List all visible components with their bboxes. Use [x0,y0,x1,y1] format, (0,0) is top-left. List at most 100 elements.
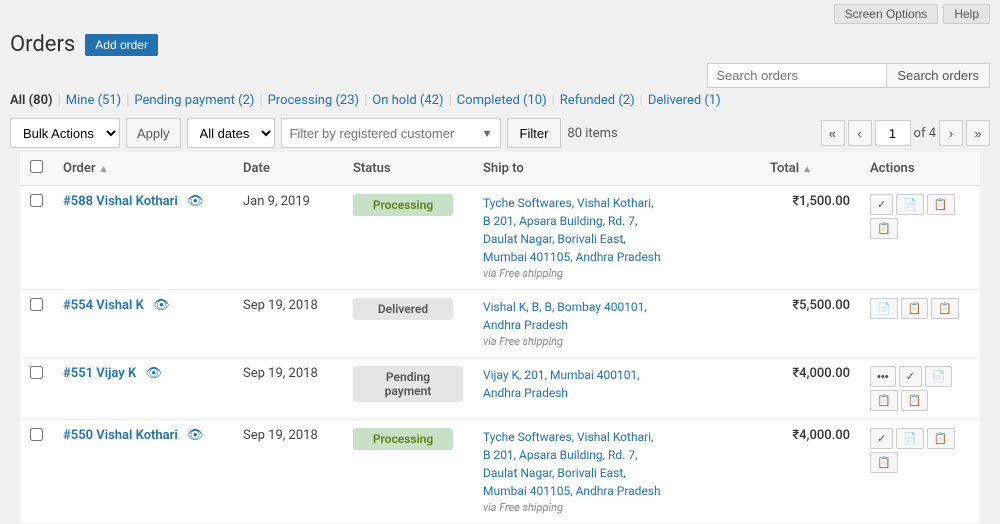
dates-select[interactable]: All dates [187,118,275,148]
view-button[interactable]: 📄 [870,298,898,319]
row-checkbox[interactable] [30,428,43,441]
eye-icon[interactable]: 👁 [187,428,204,443]
action-buttons: 📄 📋 📋 [870,298,970,319]
complete-button[interactable]: ✓ [870,428,893,449]
tab-refunded[interactable]: Refunded (2) [560,93,635,108]
tab-delivered[interactable]: Delivered (1) [648,93,721,108]
ship-cell: Vijay K, 201, Mumbai 400101, Andhra Prad… [473,358,760,420]
tab-on-hold[interactable]: On hold (42) [372,93,443,108]
prev-page-button[interactable]: ‹ [848,120,872,146]
status-cell: Processing [343,186,473,290]
invoice-button[interactable]: 📋 [870,390,898,411]
tab-pending-payment[interactable]: Pending payment (2) [134,93,254,108]
add-order-button[interactable]: Add order [85,34,158,56]
first-page-button[interactable]: « [821,120,845,146]
bulk-actions-select[interactable]: Bulk Actions [10,118,120,148]
tab-completed[interactable]: Completed (10) [457,93,547,108]
table-row: #551 Vijay K 👁 Sep 19, 2018 Pending paym… [20,358,980,420]
order-cell: #551 Vijay K 👁 [53,358,233,420]
pagination: « ‹ of 4 › » [821,120,990,146]
shipping-method: via Free shipping [483,501,563,514]
date-cell: Sep 19, 2018 [233,420,343,524]
total-sort-icon: ▲ [802,164,812,175]
table-row: #554 Vishal K 👁 Sep 19, 2018 Delivered V… [20,290,980,358]
order-link[interactable]: #588 Vishal Kothari [63,194,178,209]
next-page-button[interactable]: › [939,120,963,146]
status-badge: Delivered [353,298,453,320]
filter-customer-wrap: ▼ [281,118,501,148]
date-cell: Sep 19, 2018 [233,358,343,420]
actions-cell: ••• ✓ 📄 📋 📋 [860,358,980,420]
total-cell: ₹4,000.00 [760,358,860,420]
order-cell: #554 Vishal K 👁 [53,290,233,358]
complete-button[interactable]: ✓ [899,366,922,387]
select-all-checkbox[interactable] [30,160,43,173]
total-cell: ₹1,500.00 [760,186,860,290]
table-row: #550 Vishal Kothari 👁 Sep 19, 2018 Proce… [20,420,980,524]
order-sort-icon: ▲ [99,164,109,175]
date-cell: Jan 9, 2019 [233,186,343,290]
packing-button[interactable]: 📋 [870,452,898,473]
table-header-row: Order▲ Date Status Ship to Total▲ Action… [20,152,980,186]
order-link[interactable]: #550 Vishal Kothari [63,428,178,443]
col-total[interactable]: Total▲ [760,152,860,186]
status-cell: Pending payment [343,358,473,420]
invoice-button[interactable]: 📋 [927,428,955,449]
search-input[interactable] [707,63,887,88]
col-actions: Actions [860,152,980,186]
tab-processing[interactable]: Processing (23) [268,93,359,108]
toolbar: Bulk Actions Apply All dates ▼ Filter 80… [0,114,1000,152]
view-button[interactable]: 📄 [925,366,953,387]
order-link[interactable]: #554 Vishal K [63,298,144,313]
search-row: Search orders [0,63,1000,93]
nav-tabs: All (80) | Mine (51) | Pending payment (… [0,93,1000,108]
status-badge: Pending payment [353,366,463,402]
order-cell: #550 Vishal Kothari 👁 [53,420,233,524]
packing-button[interactable]: 📋 [870,218,898,239]
total-cell: ₹5,500.00 [760,290,860,358]
row-checkbox[interactable] [30,298,43,311]
invoice-button[interactable]: 📋 [927,194,955,215]
filter-button[interactable]: Filter [507,118,562,148]
col-ship: Ship to [473,152,760,186]
help-button[interactable]: Help [943,4,990,24]
action-buttons: ✓ 📄 📋 📋 [870,194,970,239]
tab-mine[interactable]: Mine (51) [66,93,121,108]
view-button[interactable]: 📄 [896,194,924,215]
screen-options-button[interactable]: Screen Options [834,4,939,24]
eye-icon[interactable]: 👁 [187,194,204,209]
table-wrap: Order▲ Date Status Ship to Total▲ Action… [0,152,1000,524]
total-cell: ₹4,000.00 [760,420,860,524]
packing-button[interactable]: 📋 [901,390,929,411]
page-number-input[interactable] [875,120,911,146]
last-page-button[interactable]: » [966,120,990,146]
packing-button[interactable]: 📋 [931,298,959,319]
more-button[interactable]: ••• [870,366,896,387]
col-status: Status [343,152,473,186]
ship-cell: Tyche Softwares, Vishal Kothari, B 201, … [473,186,760,290]
order-cell: #588 Vishal Kothari 👁 [53,186,233,290]
filter-customer-input[interactable] [281,118,501,148]
row-checkbox[interactable] [30,366,43,379]
col-order[interactable]: Order▲ [53,152,233,186]
row-checkbox[interactable] [30,194,43,207]
col-date[interactable]: Date [233,152,343,186]
tab-all[interactable]: All (80) [10,93,53,108]
actions-cell: ✓ 📄 📋 📋 [860,186,980,290]
action-buttons: ••• ✓ 📄 📋 📋 [870,366,970,411]
view-button[interactable]: 📄 [896,428,924,449]
complete-button[interactable]: ✓ [870,194,893,215]
status-badge: Processing [353,428,453,450]
items-count: 80 items [567,126,617,141]
actions-cell: 📄 📋 📋 [860,290,980,358]
apply-button[interactable]: Apply [126,118,181,148]
search-button[interactable]: Search orders [887,63,990,88]
eye-icon[interactable]: 👁 [145,366,162,381]
order-link[interactable]: #551 Vijay K [63,366,136,381]
invoice-button[interactable]: 📋 [901,298,929,319]
actions-cell: ✓ 📄 📋 📋 [860,420,980,524]
table-row: #588 Vishal Kothari 👁 Jan 9, 2019 Proces… [20,186,980,290]
eye-icon[interactable]: 👁 [153,298,170,313]
shipping-method: via Free shipping [483,335,563,348]
ship-cell: Tyche Softwares, Vishal Kothari, B 201, … [473,420,760,524]
